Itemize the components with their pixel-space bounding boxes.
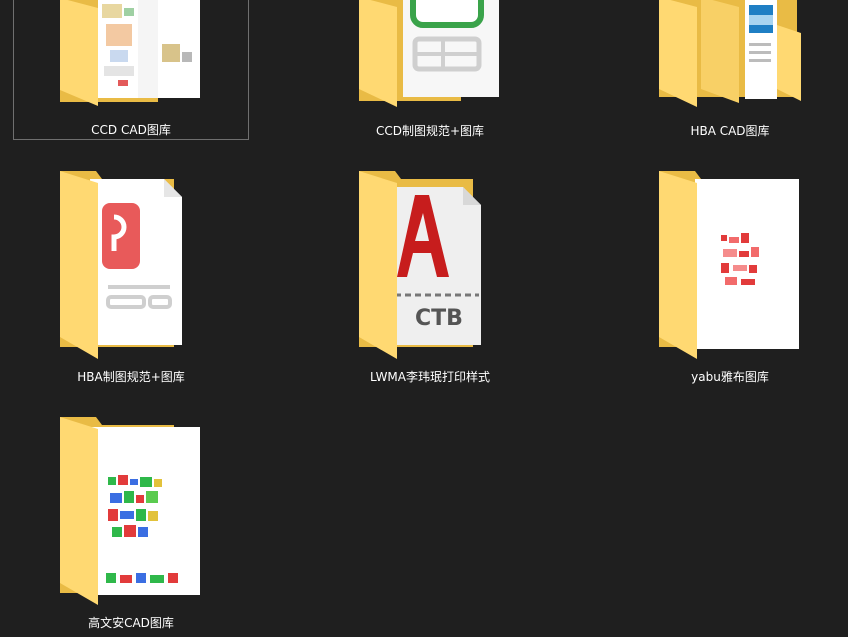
folder-ccd-cad[interactable]: CCD CAD图库: [13, 0, 249, 140]
folder-label: LWMA李玮珉打印样式: [369, 370, 490, 384]
folder-icon: [657, 0, 805, 107]
folder-hba-standards[interactable]: HBA制图规范+图库: [13, 168, 249, 384]
folder-label: 高文安CAD图库: [88, 616, 174, 630]
folder-gao-wenan-cad[interactable]: 高文安CAD图库: [13, 414, 249, 630]
folder-label: CCD制图规范+图库: [375, 124, 485, 138]
folder-ccd-standards[interactable]: CCD制图规范+图库: [312, 0, 548, 140]
folder-lwma-print-styles[interactable]: CTB LWMA李玮珉打印样式: [312, 168, 548, 384]
folder-label: yabu雅布图库: [691, 370, 769, 384]
folder-icon: [58, 169, 206, 359]
folder-icon: [657, 169, 805, 359]
folder-label: HBA CAD图库: [690, 124, 770, 138]
folder-hba-cad[interactable]: HBA CAD图库: [612, 0, 848, 140]
folder-grid: CCD CAD图库 CCD制图规范+图库 HBA CAD图库 HBA制图规范+图…: [0, 0, 848, 637]
folder-label: HBA制图规范+图库: [77, 370, 185, 384]
folder-icon: [357, 0, 505, 107]
ctb-badge: CTB: [415, 306, 463, 331]
folder-icon: [58, 415, 206, 605]
folder-label: CCD CAD图库: [91, 123, 171, 137]
folder-yabu[interactable]: yabu雅布图库: [612, 168, 848, 384]
folder-icon: CTB: [357, 169, 505, 359]
folder-icon: [58, 0, 206, 106]
